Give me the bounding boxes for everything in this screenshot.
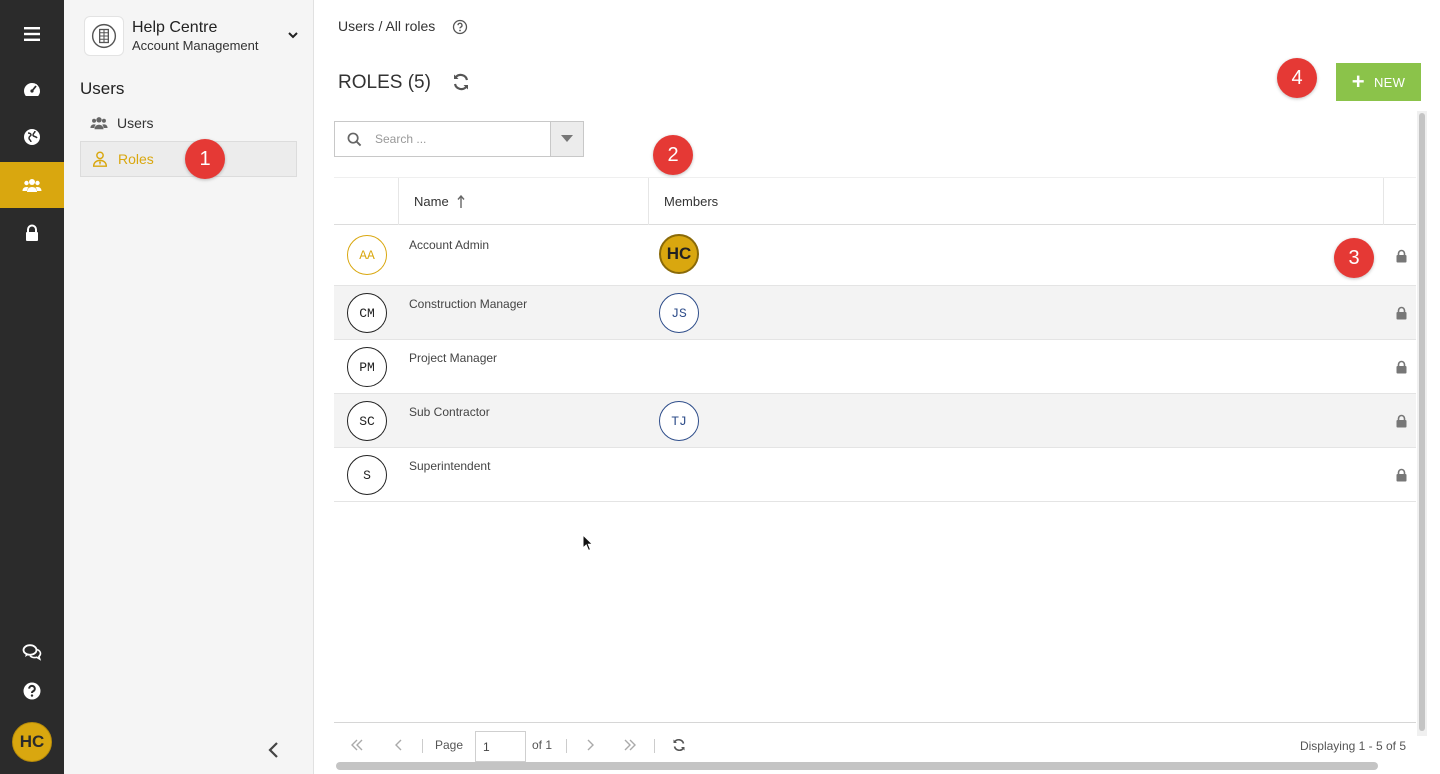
role-name[interactable]: Account Admin	[409, 238, 489, 252]
sidebar-heading: Users	[80, 79, 125, 98]
table-row[interactable]: PM Project Manager	[334, 340, 1416, 394]
annotation-badge: 2	[653, 135, 693, 175]
column-header-name-label: Name	[414, 194, 449, 209]
role-avatar: PM	[347, 347, 387, 387]
page-number-input[interactable]: 1	[475, 731, 526, 762]
page-label: Page	[435, 738, 464, 752]
roles-table: Name Members AA Account Admin HC CM Cons…	[334, 177, 1416, 502]
lock-icon	[1396, 249, 1407, 263]
refresh-icon[interactable]	[451, 72, 471, 92]
column-header-members-label: Members	[664, 194, 719, 209]
chevron-down-icon[interactable]	[286, 28, 300, 42]
role-avatar: AA	[347, 235, 387, 275]
next-page-icon[interactable]	[583, 738, 597, 755]
collapse-sidebar-icon[interactable]	[266, 740, 282, 760]
vertical-scrollbar[interactable]	[1417, 111, 1427, 736]
sidebar: Help Centre Account Management Users Use…	[64, 0, 314, 774]
role-avatar: CM	[347, 293, 387, 333]
dashboard-icon[interactable]	[0, 67, 64, 113]
new-button-label: NEW	[1373, 74, 1406, 90]
search-icon	[347, 132, 362, 147]
first-page-icon[interactable]	[350, 738, 364, 755]
role-avatar: S	[347, 455, 387, 495]
annotation-badge: 4	[1277, 58, 1317, 98]
lock-icon[interactable]	[0, 210, 64, 256]
last-page-icon[interactable]	[623, 738, 637, 755]
plus-icon: +	[1351, 69, 1365, 94]
users-group-icon	[90, 117, 108, 130]
column-divider	[398, 178, 399, 225]
menu-icon[interactable]	[0, 11, 64, 57]
annotation-badge: 1	[185, 139, 225, 179]
sidebar-item-users[interactable]: Users	[80, 105, 297, 141]
table-row[interactable]: S Superintendent	[334, 448, 1416, 502]
pager-separator	[566, 739, 567, 753]
table-row[interactable]: SC Sub Contractor TJ	[334, 394, 1416, 448]
pager-status: Displaying 1 - 5 of 5	[1299, 739, 1406, 753]
org-name: Help Centre	[132, 18, 218, 36]
column-header-members[interactable]: Members	[664, 178, 718, 225]
help-circle-icon[interactable]	[452, 19, 468, 35]
new-role-button[interactable]: + NEW	[1336, 63, 1421, 101]
sidebar-item-label: Roles	[118, 151, 154, 167]
table-header: Name Members	[334, 177, 1416, 225]
column-divider	[648, 178, 649, 225]
table-row[interactable]: AA Account Admin HC	[334, 225, 1416, 286]
org-subtitle: Account Management	[132, 37, 259, 53]
member-avatar[interactable]: JS	[659, 293, 699, 333]
member-avatar[interactable]: TJ	[659, 401, 699, 441]
users-group-icon[interactable]	[0, 162, 64, 208]
column-divider	[1383, 178, 1384, 225]
role-name[interactable]: Project Manager	[409, 351, 497, 365]
lock-icon	[1396, 414, 1407, 428]
search-input[interactable]	[375, 130, 545, 148]
app-rail: HC	[0, 0, 64, 774]
horizontal-scrollbar[interactable]	[336, 762, 1378, 770]
mouse-cursor-icon	[582, 534, 594, 552]
reload-icon[interactable]	[672, 738, 686, 755]
sidebar-item-label: Users	[117, 115, 154, 131]
annotation-badge: 3	[1334, 238, 1374, 278]
scrollbar-thumb[interactable]	[1419, 113, 1425, 731]
org-switcher[interactable]: Help Centre Account Management	[84, 14, 304, 58]
breadcrumb: Users / All roles	[338, 18, 436, 34]
lock-icon	[1396, 360, 1407, 374]
search-box	[334, 121, 584, 157]
sort-ascending-icon	[457, 194, 465, 208]
page-count-label: of 1	[532, 738, 553, 752]
lock-icon	[1396, 468, 1407, 482]
role-avatar: SC	[347, 401, 387, 441]
role-name[interactable]: Sub Contractor	[409, 405, 490, 419]
role-name[interactable]: Superintendent	[409, 459, 490, 473]
user-avatar[interactable]: HC	[12, 722, 52, 762]
org-logo-icon	[84, 16, 124, 56]
pager-separator	[654, 739, 655, 753]
globe-icon[interactable]	[0, 114, 64, 160]
page-title: ROLES (5)	[338, 72, 431, 93]
pager-separator	[422, 739, 423, 753]
previous-page-icon[interactable]	[392, 738, 406, 755]
caret-down-icon	[561, 135, 573, 142]
member-avatar[interactable]: HC	[659, 234, 699, 274]
column-header-name[interactable]: Name	[414, 178, 465, 225]
lock-icon	[1396, 306, 1407, 320]
user-tie-icon	[92, 151, 108, 167]
search-filter-dropdown[interactable]	[550, 122, 583, 156]
table-row[interactable]: CM Construction Manager JS	[334, 286, 1416, 340]
role-name[interactable]: Construction Manager	[409, 297, 527, 311]
help-icon[interactable]	[0, 668, 64, 714]
